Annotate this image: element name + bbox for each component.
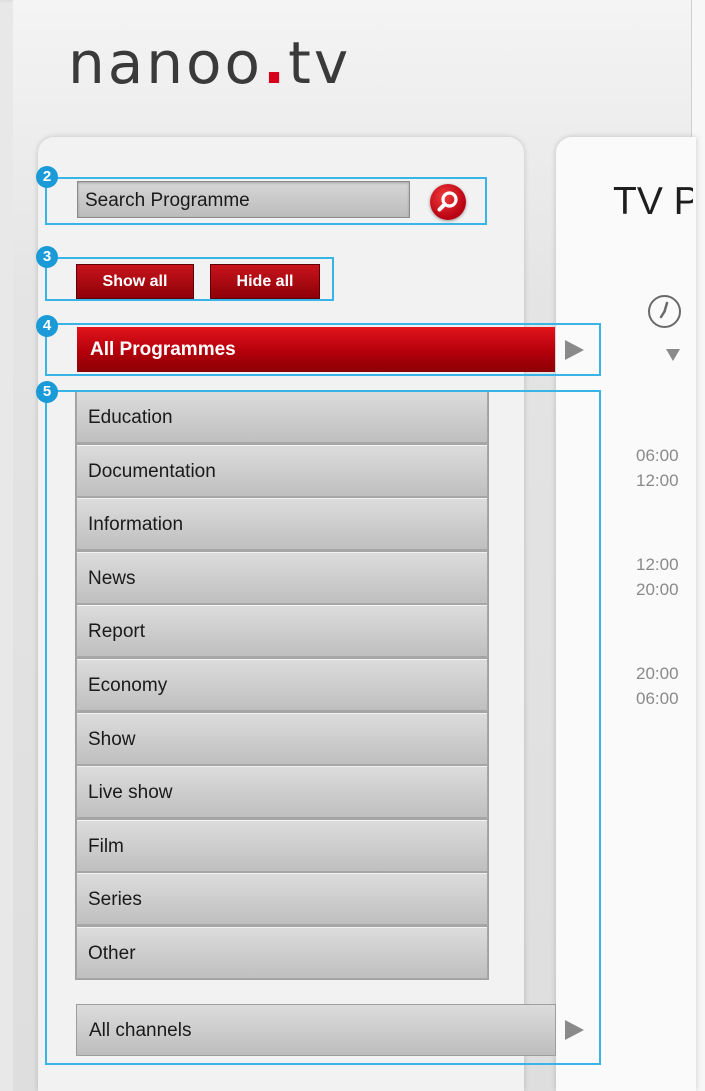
time-slot-start[interactable]: 20:00 xyxy=(636,664,692,684)
time-slot-start[interactable]: 12:00 xyxy=(636,555,692,575)
annotation-badge: 2 xyxy=(36,166,58,188)
annotation-badge: 5 xyxy=(36,381,58,403)
time-slot-end[interactable]: 20:00 xyxy=(636,580,692,600)
logo-text-nanoo: nanoo xyxy=(68,29,264,97)
time-slot-end[interactable]: 06:00 xyxy=(636,689,692,709)
site-logo[interactable]: nanoo.tv xyxy=(68,34,351,92)
clock-hands-icon xyxy=(659,301,669,319)
logo-dot: . xyxy=(263,29,289,97)
time-slot-end[interactable]: 12:00 xyxy=(636,471,692,491)
annotation-frame-all-programmes xyxy=(45,323,601,376)
annotation-frame-toggle xyxy=(45,257,334,301)
annotation-frame-search xyxy=(45,177,487,225)
time-slot-start[interactable]: 06:00 xyxy=(636,446,692,466)
annotation-badge: 4 xyxy=(36,315,58,337)
annotation-badge: 3 xyxy=(36,246,58,268)
clock-icon[interactable] xyxy=(648,295,681,328)
annotation-frame-categories xyxy=(45,390,601,1065)
sort-down-icon[interactable] xyxy=(666,349,680,361)
logo-text-tv: tv xyxy=(288,29,352,97)
page-title: TV Programme xyxy=(613,180,693,223)
